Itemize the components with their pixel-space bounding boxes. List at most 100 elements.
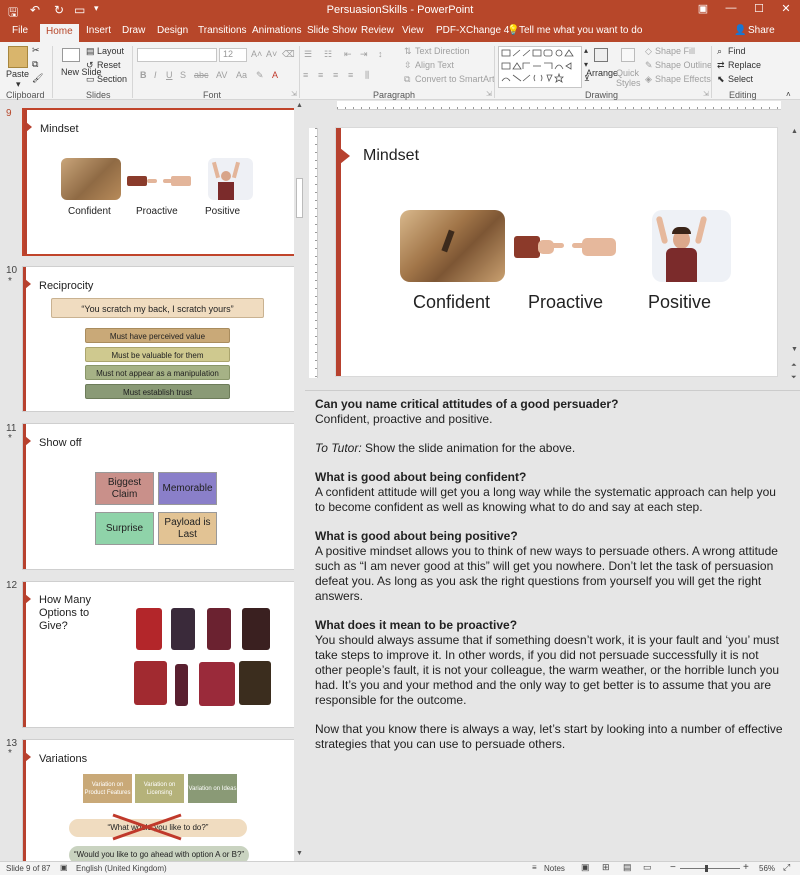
decrease-indent-icon[interactable]: ⇤	[344, 49, 352, 60]
tab-design[interactable]: Design	[157, 25, 188, 36]
scroll-up-icon[interactable]: ▲	[791, 128, 798, 135]
slide-sorter-icon[interactable]: ⊞	[602, 862, 610, 873]
align-right-icon[interactable]: ≡	[333, 70, 338, 80]
previous-slide-icon[interactable]: ⏶	[791, 362, 797, 370]
current-slide[interactable]: Mindset Confident Proactive Positive	[335, 127, 778, 377]
increase-indent-icon[interactable]: ⇥	[360, 49, 368, 60]
zoom-in-icon[interactable]: +	[743, 862, 749, 873]
arrange-button[interactable]: Arrange	[586, 68, 618, 78]
scroll-down-icon[interactable]: ▼	[791, 346, 798, 353]
char-spacing-icon[interactable]: AV	[216, 70, 227, 80]
italic-icon[interactable]: I	[154, 70, 157, 80]
thumbnail-slide-11[interactable]: Show off Biggest Claim Memorable Surpris…	[22, 423, 305, 570]
language-status[interactable]: English (United Kingdom)	[76, 864, 167, 873]
underline-icon[interactable]: U	[166, 70, 173, 80]
quick-styles-button[interactable]: Quick Styles	[616, 68, 642, 88]
quick-styles-icon[interactable]	[621, 48, 635, 62]
reset-button[interactable]: Reset	[97, 60, 121, 70]
paragraph-launcher-icon[interactable]: ⇲	[486, 90, 492, 98]
tab-review[interactable]: Review	[361, 25, 394, 36]
shapes-gallery[interactable]	[498, 46, 582, 88]
shrink-font-icon[interactable]: A˅	[266, 49, 277, 59]
new-slide-button[interactable]: New Slide	[61, 67, 102, 77]
scroll-up-icon[interactable]: ▲	[296, 102, 303, 109]
font-launcher-icon[interactable]: ⇲	[291, 90, 297, 98]
thumbnail-slide-12[interactable]: How Many Options to Give?	[22, 581, 305, 728]
notes-pane[interactable]: Can you name critical attitudes of a goo…	[305, 390, 800, 861]
editor-scrollbar[interactable]: ▲ ▼ ⏶ ⏷	[789, 126, 800, 386]
paste-button[interactable]: Paste	[6, 69, 29, 79]
share-button[interactable]: Share	[748, 25, 775, 36]
scroll-thumb[interactable]	[296, 178, 303, 218]
bullets-icon[interactable]: ☰	[304, 49, 312, 60]
fit-slide-icon[interactable]: ⤢	[783, 862, 790, 873]
replace-button[interactable]: Replace	[728, 60, 761, 70]
thumbnail-slide-13[interactable]: Variations Variation on Product Features…	[22, 739, 305, 861]
layout-button[interactable]: Layout	[97, 46, 124, 56]
tab-insert[interactable]: Insert	[86, 25, 111, 36]
text-direction-button[interactable]: Text Direction	[415, 46, 470, 56]
thumbnails-scrollbar[interactable]: ▲ ▼	[294, 100, 305, 861]
shape-fill-button[interactable]: Shape Fill	[655, 46, 695, 56]
font-size-box[interactable]: 12	[219, 48, 247, 62]
paste-icon[interactable]	[8, 46, 28, 68]
tab-home[interactable]: Home	[40, 24, 79, 42]
tab-pdf-xchange[interactable]: PDF-XChange 4	[436, 25, 509, 36]
maximize-icon[interactable]: ☐	[745, 2, 773, 20]
bold-icon[interactable]: B	[140, 70, 147, 80]
slide-label[interactable]: Confident	[413, 292, 490, 313]
slide-label[interactable]: Proactive	[528, 292, 603, 313]
format-painter-icon[interactable]: 🖌	[32, 73, 43, 84]
scroll-down-icon[interactable]: ▼	[296, 850, 303, 857]
tab-view[interactable]: View	[402, 25, 424, 36]
paste-dropdown-icon[interactable]: ▾	[16, 79, 21, 90]
slide-label[interactable]: Positive	[648, 292, 711, 313]
gallery-up-icon[interactable]: ▴	[584, 46, 588, 55]
slideshow-view-icon[interactable]: ▭	[643, 862, 652, 873]
zoom-out-icon[interactable]: −	[670, 862, 676, 873]
thumbnail-slide-10[interactable]: Reciprocity “You scratch my back, I scra…	[22, 266, 305, 412]
align-text-button[interactable]: Align Text	[415, 60, 454, 70]
collapse-ribbon-icon[interactable]: ˄	[786, 90, 791, 99]
ribbon-display-icon[interactable]: ▣	[689, 2, 717, 20]
zoom-slider-thumb[interactable]	[705, 865, 708, 872]
zoom-slider[interactable]	[680, 868, 740, 869]
copy-icon[interactable]: ⧉	[32, 59, 38, 70]
strikethrough-icon[interactable]: abc	[194, 70, 209, 80]
find-button[interactable]: Find	[728, 46, 746, 56]
shadow-icon[interactable]: S	[180, 70, 186, 80]
cut-icon[interactable]: ✂	[32, 45, 40, 56]
align-center-icon[interactable]: ≡	[318, 70, 323, 80]
close-icon[interactable]: ✕	[772, 2, 800, 20]
next-slide-icon[interactable]: ⏷	[791, 374, 797, 382]
clear-format-icon[interactable]: ⌫	[282, 49, 295, 60]
section-button[interactable]: Section	[97, 74, 127, 84]
drawing-launcher-icon[interactable]: ⇲	[703, 90, 709, 98]
highlight-icon[interactable]: ✎	[256, 70, 264, 81]
new-slide-icon[interactable]	[62, 48, 80, 62]
align-left-icon[interactable]: ≡	[303, 70, 308, 80]
tab-animations[interactable]: Animations	[252, 25, 301, 36]
reading-view-icon[interactable]: ▤	[623, 862, 632, 873]
font-name-box[interactable]	[137, 48, 217, 62]
line-spacing-icon[interactable]: ↕	[378, 49, 383, 59]
tell-me-box[interactable]: Tell me what you want to do	[519, 25, 642, 36]
slide-title[interactable]: Mindset	[363, 147, 419, 165]
change-case-icon[interactable]: Aa	[236, 70, 247, 80]
tab-slide-show[interactable]: Slide Show	[307, 25, 357, 36]
minimize-icon[interactable]: —	[717, 2, 745, 20]
tab-transitions[interactable]: Transitions	[198, 25, 247, 36]
columns-icon[interactable]: ⫼	[365, 70, 369, 81]
convert-smartart-button[interactable]: Convert to SmartArt	[415, 74, 495, 84]
shape-outline-button[interactable]: Shape Outline	[655, 60, 712, 70]
justify-icon[interactable]: ≡	[348, 70, 353, 80]
spelling-icon[interactable]: ▣	[60, 863, 68, 872]
numbering-icon[interactable]: ☷	[324, 49, 332, 60]
select-button[interactable]: Select	[728, 74, 753, 84]
zoom-level[interactable]: 56%	[759, 864, 775, 873]
tab-file[interactable]: File	[12, 25, 28, 36]
share-icon[interactable]: 👤	[734, 25, 746, 36]
font-color-icon[interactable]: A	[272, 70, 278, 80]
tab-draw[interactable]: Draw	[122, 25, 145, 36]
grow-font-icon[interactable]: A˄	[251, 49, 262, 59]
